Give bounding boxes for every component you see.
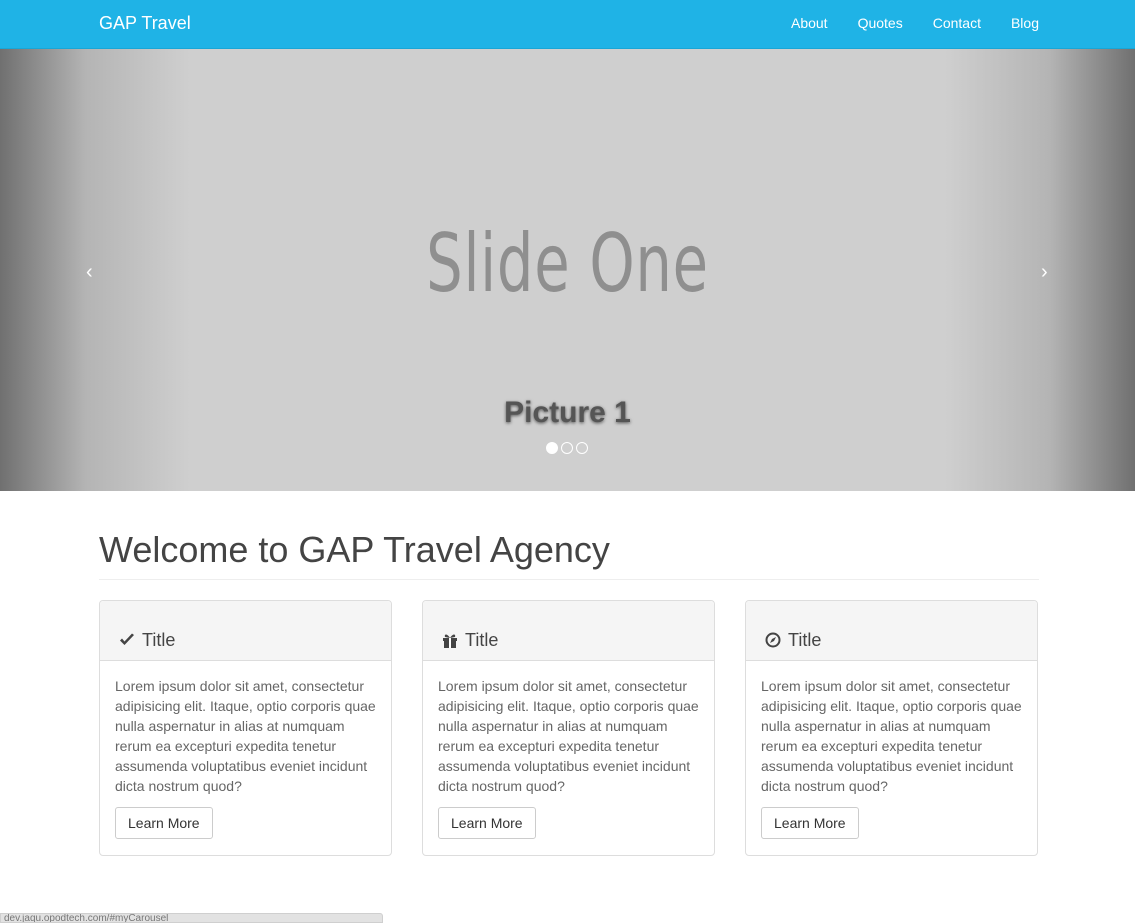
learn-more-button[interactable]: Learn More	[438, 807, 536, 839]
nav-quotes[interactable]: Quotes	[858, 15, 903, 31]
panel-body: Lorem ipsum dolor sit amet, consectetur …	[423, 661, 714, 854]
feature-panel-1: Title Lorem ipsum dolor sit amet, consec…	[99, 600, 392, 856]
feature-panel-2: Title Lorem ipsum dolor sit amet, consec…	[422, 600, 715, 856]
nav-menu: About Quotes Contact Blog	[761, 15, 1039, 31]
browser-status-bar: dev.jaqu.opodtech.com/#myCarousel	[0, 913, 383, 923]
panel-text: Lorem ipsum dolor sit amet, consectetur …	[761, 678, 1022, 794]
panel-title: Title	[142, 629, 176, 650]
slide-image-text: Slide One	[426, 217, 709, 310]
panel-heading: Title	[746, 601, 1037, 661]
learn-more-button[interactable]: Learn More	[761, 807, 859, 839]
carousel-prev-button[interactable]: ‹	[86, 261, 93, 284]
carousel-next-button[interactable]: ›	[1041, 261, 1048, 284]
panel-title: Title	[465, 629, 499, 650]
learn-more-button[interactable]: Learn More	[115, 807, 213, 839]
carousel: Slide One Picture 1 ‹ ›	[0, 49, 1135, 491]
indicator-2[interactable]	[561, 442, 573, 454]
panel-body: Lorem ipsum dolor sit amet, consectetur …	[746, 661, 1037, 854]
check-icon	[118, 631, 136, 649]
panel-text: Lorem ipsum dolor sit amet, consectetur …	[438, 678, 699, 794]
compass-icon	[764, 631, 782, 649]
panel-text: Lorem ipsum dolor sit amet, consectetur …	[115, 678, 376, 794]
panel-title: Title	[788, 629, 822, 650]
feature-panel-3: Title Lorem ipsum dolor sit amet, consec…	[745, 600, 1038, 856]
panel-heading: Title	[423, 601, 714, 661]
nav-about[interactable]: About	[791, 15, 828, 31]
page-header: Welcome to GAP Travel Agency	[99, 528, 1039, 580]
brand-link[interactable]: GAP Travel	[99, 13, 191, 34]
nav-contact[interactable]: Contact	[933, 15, 981, 31]
panel-heading: Title	[100, 601, 391, 661]
indicator-3[interactable]	[576, 442, 588, 454]
navbar: GAP Travel About Quotes Contact Blog	[0, 0, 1135, 49]
carousel-indicators	[546, 442, 591, 454]
page-title: Welcome to GAP Travel Agency	[99, 529, 610, 570]
indicator-1[interactable]	[546, 442, 558, 454]
gift-icon	[441, 631, 459, 649]
panel-body: Lorem ipsum dolor sit amet, consectetur …	[100, 661, 391, 854]
slide-caption: Picture 1	[504, 396, 631, 429]
nav-blog[interactable]: Blog	[1011, 15, 1039, 31]
